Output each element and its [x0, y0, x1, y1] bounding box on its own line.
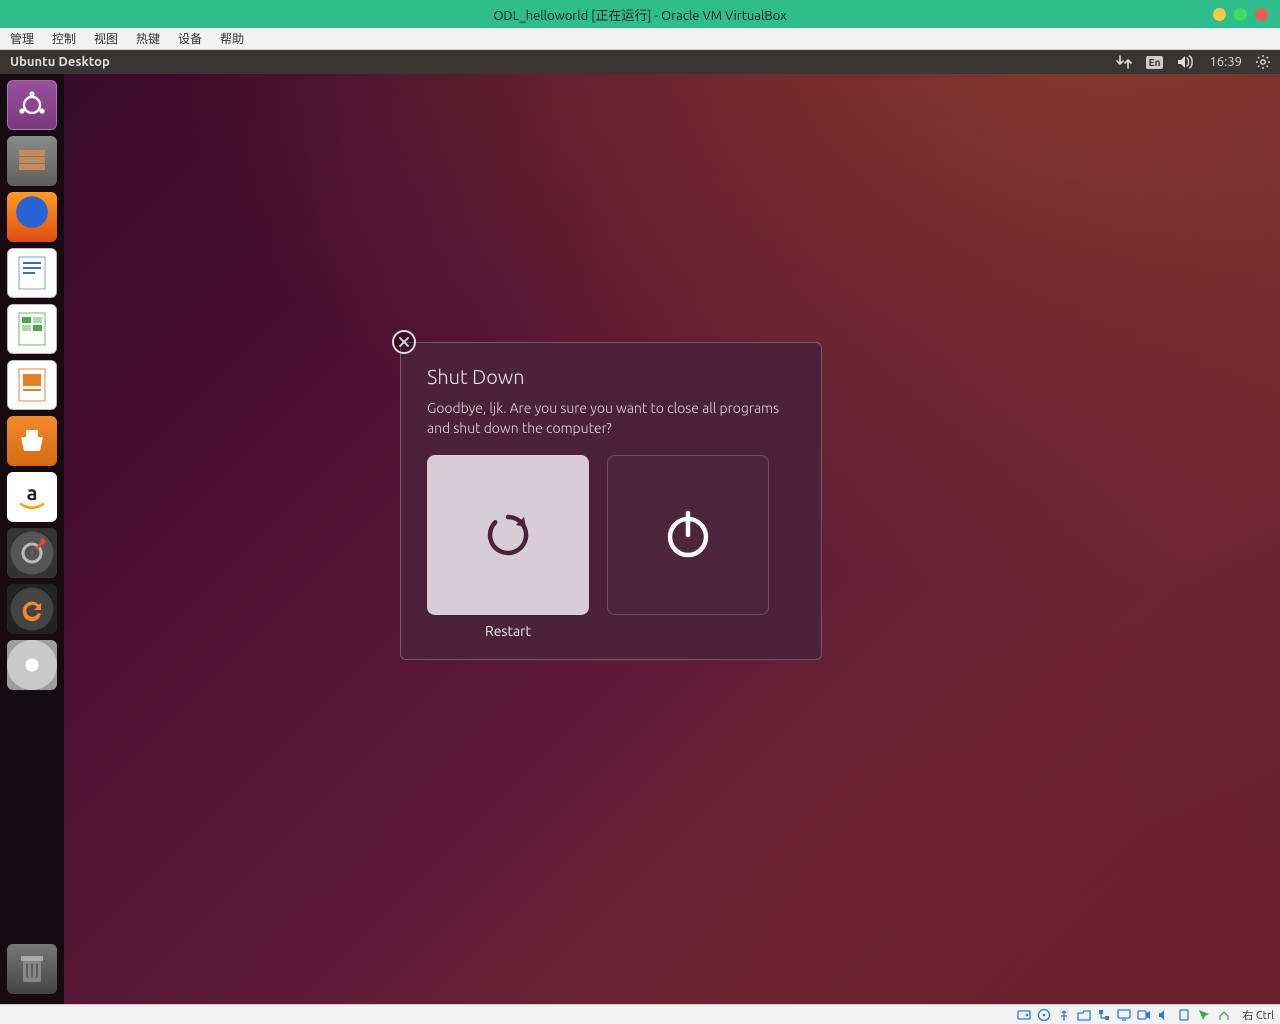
- libreoffice-impress-icon[interactable]: [7, 360, 57, 410]
- network-icon[interactable]: [1116, 55, 1132, 69]
- status-shared-folder-icon[interactable]: [1076, 1007, 1092, 1023]
- dash-icon[interactable]: [7, 80, 57, 130]
- restart-label: Restart: [485, 623, 531, 639]
- hostkey-label: 右 Ctrl: [1242, 1007, 1274, 1023]
- vbox-menubar: 管理 控制 视图 热键 设备 帮助: [0, 28, 1280, 50]
- vbox-window-controls: [1213, 0, 1268, 28]
- dialog-title: Shut Down: [427, 365, 795, 388]
- restart-icon: [480, 507, 536, 563]
- topbar-title: Ubuntu Desktop: [10, 55, 110, 69]
- vbox-titlebar: ODL_helloworld [正在运行] - Oracle VM Virtua…: [0, 0, 1280, 28]
- shutdown-button[interactable]: [607, 455, 769, 639]
- libreoffice-writer-icon[interactable]: [7, 248, 57, 298]
- shutdown-dialog: Shut Down Goodbye, ljk. Are you sure you…: [400, 330, 822, 660]
- ubuntu-topbar: Ubuntu Desktop En 16:39: [0, 50, 1280, 74]
- maximize-button[interactable]: [1234, 8, 1247, 21]
- files-icon[interactable]: [7, 136, 57, 186]
- status-display-icon[interactable]: [1116, 1007, 1132, 1023]
- menu-control[interactable]: 控制: [52, 30, 76, 47]
- power-icon: [660, 507, 716, 563]
- vbox-window-title: ODL_helloworld [正在运行] - Oracle VM Virtua…: [493, 5, 786, 24]
- disc-icon[interactable]: [7, 640, 57, 690]
- status-optical-icon[interactable]: [1036, 1007, 1052, 1023]
- svg-text:a: a: [27, 481, 38, 504]
- trash-icon[interactable]: [7, 944, 57, 994]
- unity-launcher: a: [0, 74, 64, 1004]
- status-network-icon[interactable]: [1096, 1007, 1112, 1023]
- menu-manage[interactable]: 管理: [10, 30, 34, 47]
- status-recording-icon[interactable]: [1136, 1007, 1152, 1023]
- dialog-button-row: Restart: [427, 455, 795, 639]
- system-settings-icon[interactable]: [7, 528, 57, 578]
- amazon-icon[interactable]: a: [7, 472, 57, 522]
- shutdown-label: [686, 623, 689, 639]
- menu-hotkeys[interactable]: 热键: [136, 30, 160, 47]
- clock[interactable]: 16:39: [1209, 55, 1242, 69]
- firefox-icon[interactable]: [7, 192, 57, 242]
- status-mouse-integration-icon[interactable]: [1196, 1007, 1212, 1023]
- status-audio-icon[interactable]: [1156, 1007, 1172, 1023]
- status-clipboard-icon[interactable]: [1176, 1007, 1192, 1023]
- menu-devices[interactable]: 设备: [178, 30, 202, 47]
- topbar-indicators: En 16:39: [1116, 55, 1270, 69]
- minimize-button[interactable]: [1213, 8, 1226, 21]
- keyboard-layout-indicator[interactable]: En: [1146, 56, 1164, 69]
- status-usb-icon[interactable]: [1056, 1007, 1072, 1023]
- restart-button[interactable]: Restart: [427, 455, 589, 639]
- status-keyboard-captured-icon[interactable]: [1216, 1007, 1232, 1023]
- menu-help[interactable]: 帮助: [220, 30, 244, 47]
- vbox-statusbar: 右 Ctrl: [0, 1004, 1280, 1024]
- session-gear-icon[interactable]: [1256, 55, 1270, 69]
- software-updater-icon[interactable]: [7, 584, 57, 634]
- status-hdd-icon[interactable]: [1016, 1007, 1032, 1023]
- close-window-button[interactable]: [1255, 8, 1268, 21]
- menu-view[interactable]: 视图: [94, 30, 118, 47]
- dialog-message: Goodbye, ljk. Are you sure you want to c…: [427, 398, 795, 439]
- dialog-close-button[interactable]: [392, 330, 416, 354]
- libreoffice-calc-icon[interactable]: [7, 304, 57, 354]
- ubuntu-software-icon[interactable]: [7, 416, 57, 466]
- sound-icon[interactable]: [1177, 55, 1195, 69]
- vm-display: Ubuntu Desktop En 16:39: [0, 50, 1280, 1004]
